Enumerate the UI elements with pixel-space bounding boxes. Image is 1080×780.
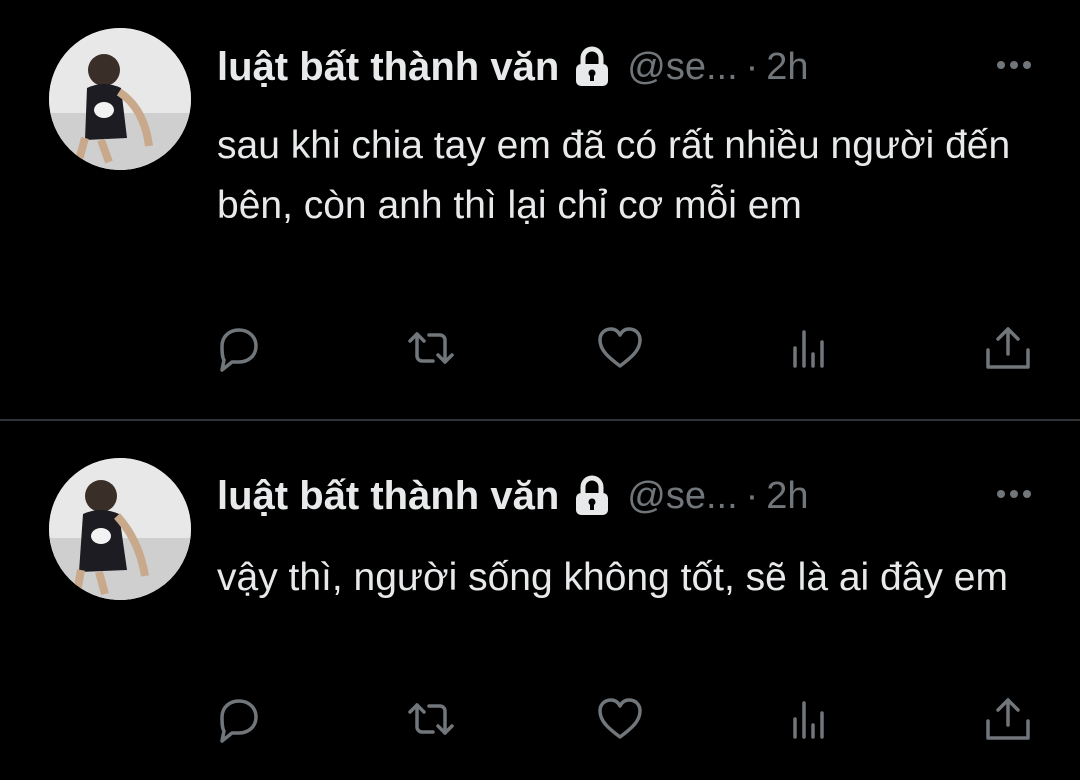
tweet-actions [210,691,1040,751]
handle[interactable]: @se... [627,475,737,518]
display-name[interactable]: luật bất thành văn [217,474,559,519]
avatar-photo [49,28,191,170]
tweet-text: sau khi chia tay em đã có rất nhiều ngườ… [217,124,1011,227]
tweet[interactable]: luật bất thành văn @se... · 2h sau khi c… [0,0,1080,419]
share-icon[interactable] [980,320,1036,376]
retweet-icon[interactable] [403,691,459,747]
reply-icon[interactable] [210,320,266,376]
avatar-photo [49,458,191,600]
reply-icon[interactable] [210,691,266,747]
share-icon[interactable] [980,691,1036,747]
more-dots-icon[interactable] [996,488,1032,500]
handle[interactable]: @se... [627,46,737,89]
timestamp[interactable]: 2h [766,475,808,518]
heart-icon[interactable] [592,320,648,376]
more-dots-icon[interactable] [996,59,1032,71]
display-name[interactable]: luật bất thành văn [217,45,559,90]
separator: · [745,474,759,517]
avatar[interactable] [49,458,191,600]
analytics-icon[interactable] [783,320,839,376]
avatar[interactable] [49,28,191,170]
lock-icon [573,475,611,517]
tweet[interactable]: luật bất thành văn @se... · 2h vậy thì, … [0,421,1080,780]
heart-icon[interactable] [592,691,648,747]
separator: · [745,45,759,88]
timestamp[interactable]: 2h [766,46,808,89]
analytics-icon[interactable] [783,691,839,747]
lock-icon [573,46,611,88]
tweet-text: vậy thì, người sống không tốt, sẽ là ai … [217,556,1008,599]
tweet-actions [210,320,1040,380]
retweet-icon[interactable] [403,320,459,376]
